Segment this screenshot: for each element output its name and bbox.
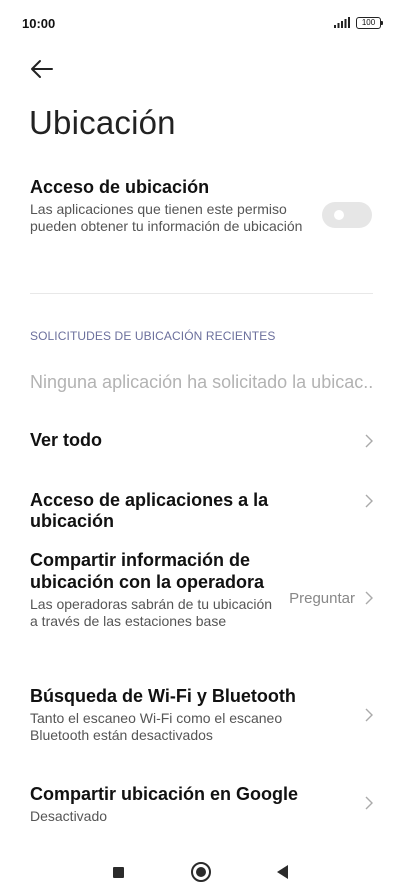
back-button[interactable] bbox=[28, 56, 58, 82]
navigation-bar bbox=[0, 848, 403, 896]
home-icon[interactable] bbox=[191, 862, 211, 882]
battery-level: 100 bbox=[361, 18, 376, 27]
back-triangle-icon[interactable] bbox=[277, 865, 288, 879]
chevron-right-icon bbox=[365, 708, 373, 722]
toggle-knob bbox=[334, 210, 344, 220]
chevron-right-icon bbox=[365, 796, 373, 810]
app-location-access-row[interactable]: Acceso de aplicaciones a la ubicación bbox=[30, 490, 375, 531]
no-recent-requests-text: Ninguna aplicación ha solicitado la ubic… bbox=[30, 372, 374, 392]
location-access-description: Las aplicaciones que tienen este permiso… bbox=[30, 201, 303, 234]
arrow-left-icon bbox=[31, 60, 53, 78]
divider bbox=[30, 293, 373, 294]
see-all-row[interactable]: Ver todo bbox=[30, 430, 375, 454]
chevron-right-icon bbox=[365, 494, 373, 508]
app-location-access-title: Acceso de aplicaciones a la ubicación bbox=[30, 490, 269, 531]
google-location-sharing-description: Desactivado bbox=[30, 808, 108, 824]
section-header-recent-requests: SOLICITUDES DE UBICACIÓN RECIENTES bbox=[30, 329, 276, 343]
chevron-right-icon bbox=[365, 591, 373, 605]
recent-apps-icon[interactable] bbox=[113, 867, 124, 878]
location-access-row[interactable]: Acceso de ubicación Las aplicaciones que… bbox=[30, 177, 375, 257]
see-all-title: Ver todo bbox=[30, 430, 103, 450]
signal-icon bbox=[334, 17, 350, 28]
chevron-right-icon bbox=[365, 434, 373, 448]
location-access-title: Acceso de ubicación bbox=[30, 177, 210, 197]
google-location-sharing-row[interactable]: Compartir ubicación en Google Desactivad… bbox=[30, 784, 375, 828]
share-operator-description: Las operadoras sabrán de tu ubicación a … bbox=[30, 596, 273, 629]
status-time: 10:00 bbox=[22, 16, 56, 31]
wifi-bluetooth-scan-description: Tanto el escaneo Wi-Fi como el escaneo B… bbox=[30, 710, 283, 743]
status-bar: 10:00 100 bbox=[0, 0, 403, 48]
battery-icon: 100 bbox=[356, 17, 383, 29]
share-operator-row[interactable]: Compartir información de ubicación con l… bbox=[30, 549, 375, 649]
wifi-bluetooth-scan-row[interactable]: Búsqueda de Wi-Fi y Bluetooth Tanto el e… bbox=[30, 686, 375, 746]
google-location-sharing-title: Compartir ubicación en Google bbox=[30, 784, 299, 804]
wifi-bluetooth-scan-title: Búsqueda de Wi-Fi y Bluetooth bbox=[30, 686, 296, 706]
page-title: Ubicación bbox=[29, 104, 176, 141]
share-operator-title: Compartir información de ubicación con l… bbox=[30, 550, 265, 592]
location-access-toggle[interactable] bbox=[322, 202, 372, 228]
share-operator-value: Preguntar bbox=[289, 590, 355, 607]
